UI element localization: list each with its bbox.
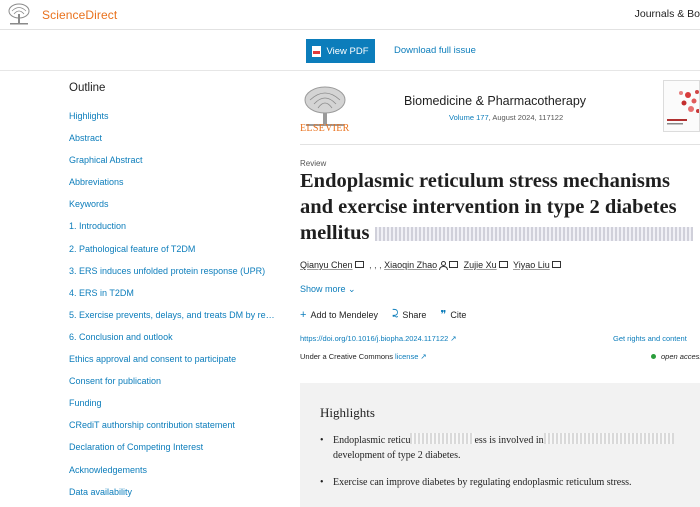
outline-item-pathological-feature[interactable]: 2. Pathological feature of T2DM (69, 243, 279, 265)
sciencedirect-logo[interactable]: ScienceDirect (42, 8, 117, 22)
outline-item-keywords[interactable]: Keywords (69, 198, 279, 220)
highlight-item: Endoplasmic reticu ess is involved in dev… (320, 433, 700, 463)
outline-title: Outline (69, 82, 106, 94)
license-statement: Under a Creative Commons license ↗ (300, 352, 427, 361)
volume-link[interactable]: Volume 177 (449, 113, 489, 122)
article-actions: + Add to Mendeley ⫈ Share ❞ Cite (300, 308, 466, 321)
obscured-text (410, 433, 475, 444)
rights-and-content-link[interactable]: Get rights and content (613, 334, 687, 343)
mail-icon[interactable] (354, 261, 364, 268)
elsevier-tree-icon[interactable] (6, 2, 32, 26)
download-full-issue-link[interactable]: Download full issue (394, 45, 476, 56)
outline-item-competing-interest[interactable]: Declaration of Competing Interest (69, 441, 279, 463)
highlight-text: development of type 2 diabetes. (333, 450, 461, 461)
top-bar: ScienceDirect Journals & Bo (0, 0, 700, 30)
article-type: Review (300, 159, 327, 168)
license-link-label: license (395, 352, 419, 361)
article-title-line3: mellitus (300, 222, 370, 244)
author-link[interactable]: Zujie Xu (464, 260, 497, 270)
share-label: Share (402, 309, 427, 320)
article-title-line2: and exercise intervention in type 2 diab… (300, 196, 677, 218)
outline-item-graphical-abstract[interactable]: Graphical Abstract (69, 154, 279, 176)
divider (300, 144, 700, 145)
quote-icon: ❞ (440, 309, 447, 321)
open-access-label: open access (661, 352, 700, 361)
author-link[interactable]: Yiyao Liu (513, 260, 550, 270)
mail-icon[interactable] (498, 261, 508, 268)
view-pdf-label: View PDF (326, 45, 369, 57)
add-to-mendeley-label: Add to Mendeley (310, 309, 378, 320)
issue-date: , August 2024, 117122 (488, 113, 564, 122)
view-pdf-button[interactable]: View PDF (306, 39, 375, 63)
highlight-item: Exercise can improve diabetes by regulat… (320, 475, 700, 490)
outline-list: Highlights Abstract Graphical Abstract A… (69, 110, 279, 507)
outline-item-introduction[interactable]: 1. Introduction (69, 220, 279, 242)
divider (0, 70, 700, 71)
outline-item-acknowledgements[interactable]: Acknowledgements (69, 464, 279, 486)
open-access-badge: open access (651, 352, 700, 361)
journals-books-link[interactable]: Journals & Bo (635, 8, 700, 20)
outline-item-highlights[interactable]: Highlights (69, 110, 279, 132)
chevron-down-icon: ⌄ (348, 284, 356, 294)
journal-cover-thumbnail[interactable] (663, 80, 700, 132)
author-link[interactable]: Qianyu Chen (300, 260, 353, 270)
highlights-title: Highlights (320, 405, 375, 420)
show-more-label: Show more (300, 284, 346, 294)
outline-item-consent[interactable]: Consent for publication (69, 375, 279, 397)
doi-link[interactable]: https://doi.org/10.1016/j.biopha.2024.11… (300, 334, 457, 343)
highlights-section: Highlights Endoplasmic reticu ess is invo… (300, 383, 700, 507)
elsevier-wordmark: ELSEVIER (300, 123, 350, 134)
pdf-icon (312, 45, 322, 57)
highlight-text: ess is involved in (474, 435, 544, 446)
author-link[interactable]: Xiaoqin Zhao (384, 260, 437, 270)
outline-item-data-availability[interactable]: Data availability (69, 486, 279, 507)
license-link[interactable]: license ↗ (395, 352, 427, 361)
journal-title[interactable]: Biomedicine & Pharmacotherapy (404, 94, 586, 108)
cover-artwork (667, 90, 699, 125)
external-link-icon: ↗ (420, 352, 427, 361)
show-more-button[interactable]: Show more ⌄ (300, 284, 356, 295)
title-obscured-region (374, 227, 693, 242)
highlights-list: Endoplasmic reticu ess is involved in dev… (320, 433, 700, 502)
plus-icon: + (300, 308, 307, 321)
highlight-text: Endoplasmic reticu (333, 435, 411, 446)
license-prefix: Under a Creative Commons (300, 352, 393, 361)
journal-issue-info: Volume 177, August 2024, 117122 (449, 113, 563, 122)
author-list: Qianyu Chen , , , Xiaoqin Zhao Zujie Xu … (300, 260, 564, 270)
cite-label: Cite (450, 309, 467, 320)
share-button[interactable]: ⫈ Share (392, 308, 426, 321)
article-title-line1: Endoplasmic reticulum stress mechanisms (300, 170, 670, 192)
article-title: Endoplasmic reticulum stress mechanisms … (300, 168, 700, 246)
add-to-mendeley-button[interactable]: + Add to Mendeley (300, 308, 378, 321)
outline-item-abbreviations[interactable]: Abbreviations (69, 176, 279, 198)
outline-item-ers-upr[interactable]: 3. ERS induces unfolded protein response… (69, 265, 279, 287)
mail-icon[interactable] (449, 261, 459, 268)
mail-icon[interactable] (551, 261, 561, 268)
doi-text: https://doi.org/10.1016/j.biopha.2024.11… (300, 334, 449, 343)
outline-item-funding[interactable]: Funding (69, 397, 279, 419)
author-separator: , , , (369, 260, 382, 270)
cite-button[interactable]: ❞ Cite (440, 308, 466, 321)
outline-item-conclusion[interactable]: 6. Conclusion and outlook (69, 331, 279, 353)
outline-item-abstract[interactable]: Abstract (69, 132, 279, 154)
outline-item-exercise[interactable]: 5. Exercise prevents, delays, and treats… (69, 309, 279, 331)
outline-item-ers-t2dm[interactable]: 4. ERS in T2DM (69, 287, 279, 309)
outline-item-credit[interactable]: CRediT authorship contribution statement (69, 419, 279, 441)
external-link-icon: ↗ (450, 334, 457, 343)
person-icon (439, 261, 449, 270)
obscured-text (543, 433, 674, 444)
outline-item-ethics[interactable]: Ethics approval and consent to participa… (69, 353, 279, 375)
open-access-dot-icon (651, 354, 656, 359)
share-icon: ⫈ (391, 308, 399, 320)
